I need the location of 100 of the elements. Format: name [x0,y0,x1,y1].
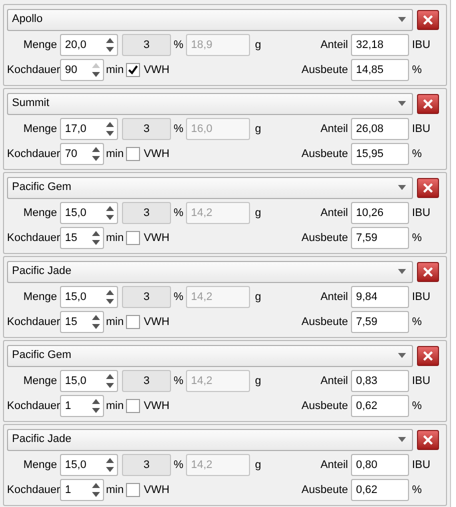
field-label: Kochdauer [7,483,60,498]
dropdown-caret-icon [398,185,406,190]
boil-time-spinbox[interactable]: 1 [60,479,104,502]
spin-arrows-icon[interactable] [90,313,102,332]
spin-arrows-icon[interactable] [104,120,116,138]
variety-dropdown[interactable]: Pacific Jade [7,260,413,283]
yield-field[interactable]: 7,59 [351,227,409,250]
spin-arrows-icon[interactable] [90,229,102,248]
field-label: Kochdauer [7,147,60,162]
unit-label: % [172,458,184,473]
unit-label: min [106,231,124,246]
spin-arrows-icon[interactable] [104,36,116,54]
amount-spinbox[interactable]: 15,0 [60,286,118,308]
checkbox-label: VWH [144,483,170,498]
unit-label: % [411,315,423,330]
unit-label: % [411,483,423,498]
vwh-checkbox[interactable] [126,63,140,78]
boil-time-spinbox[interactable]: 1 [60,395,104,418]
alpha-field[interactable]: 3 [122,202,171,224]
unit-label: % [172,38,184,53]
field-label: Kochdauer [7,63,60,78]
field-label: Anteil [320,290,349,305]
vwh-checkbox[interactable] [126,231,140,246]
boil-time-spinbox[interactable]: 15 [60,311,104,334]
unit-label: % [411,147,423,162]
boil-time-spinbox[interactable]: 90 [60,59,104,82]
boil-time-spinbox[interactable]: 15 [60,227,104,250]
field-label: Anteil [320,122,349,137]
yield-field[interactable]: 7,59 [351,311,409,334]
field-label: Menge [22,122,58,137]
variety-dropdown[interactable]: Pacific Gem [7,344,413,367]
remove-button[interactable] [417,346,439,366]
remove-button[interactable] [417,262,439,282]
unit-label: g [255,206,262,221]
amount-spinbox[interactable]: 15,0 [60,370,118,392]
yield-field[interactable]: 14,85 [351,59,409,82]
ibu-field[interactable]: 32,18 [351,34,409,56]
spin-arrows-icon[interactable] [104,372,116,390]
alpha-field[interactable]: 3 [122,118,171,140]
alpha-field[interactable]: 3 [122,286,171,308]
unit-label: g [255,458,262,473]
field-label: Kochdauer [7,399,60,414]
unit-label: % [411,231,423,246]
alpha-field[interactable]: 3 [122,34,171,56]
variety-dropdown[interactable]: Apollo [7,8,413,31]
close-icon [423,182,433,193]
yield-field[interactable]: 0,62 [351,479,409,502]
spin-arrows-icon[interactable] [90,145,102,164]
alpha-field[interactable]: 3 [122,454,171,476]
field-label: Kochdauer [7,231,60,246]
close-icon [423,350,433,361]
unit-label: min [106,399,124,414]
unit-label: min [106,315,124,330]
close-icon [423,266,433,277]
yield-field[interactable]: 0,62 [351,395,409,418]
unit-label: min [106,63,124,78]
vwh-checkbox[interactable] [126,315,140,330]
amount-spinbox[interactable]: 17,0 [60,118,118,140]
alpha-field[interactable]: 3 [122,370,171,392]
close-icon [423,98,433,109]
amount-spinbox[interactable]: 20,0 [60,34,118,56]
ibu-field[interactable]: 0,80 [351,454,409,476]
yield-field[interactable]: 15,95 [351,143,409,166]
amount-spinbox[interactable]: 15,0 [60,202,118,224]
unit-label: min [106,147,124,162]
ibu-field[interactable]: 9,84 [351,286,409,308]
spin-arrows-icon[interactable] [104,204,116,222]
remove-button[interactable] [417,94,439,114]
spin-arrows-icon[interactable] [90,397,102,416]
boil-time-spinbox[interactable]: 70 [60,143,104,166]
spin-arrows-icon[interactable] [90,481,102,500]
checkbox-label: VWH [144,63,170,78]
variety-dropdown[interactable]: Summit [7,92,413,115]
vwh-checkbox[interactable] [126,399,140,414]
spin-arrows-icon[interactable] [104,288,116,306]
unit-label: % [172,206,184,221]
checkmark-icon [128,65,138,76]
remove-button[interactable] [417,430,439,450]
field-label: Anteil [320,38,349,53]
field-label: Ausbeute [302,147,349,162]
dropdown-caret-icon [398,437,406,442]
unit-label: % [172,290,184,305]
spin-arrows-icon[interactable] [104,456,116,474]
field-label: Ausbeute [302,231,349,246]
remove-button[interactable] [417,178,439,198]
variety-dropdown[interactable]: Pacific Jade [7,428,413,451]
remove-button[interactable] [417,10,439,30]
variety-dropdown[interactable]: Pacific Gem [7,176,413,199]
ibu-field[interactable]: 0,83 [351,370,409,392]
vwh-checkbox[interactable] [126,483,140,498]
dropdown-caret-icon [398,17,406,22]
ibu-field[interactable]: 26,08 [351,118,409,140]
unit-label: IBU [411,290,432,305]
unit-label: % [411,399,423,414]
field-label: Anteil [320,374,349,389]
checkbox-label: VWH [144,231,170,246]
vwh-checkbox[interactable] [126,147,140,162]
unit-label: % [172,122,184,137]
amount-spinbox[interactable]: 15,0 [60,454,118,476]
ibu-field[interactable]: 10,26 [351,202,409,224]
